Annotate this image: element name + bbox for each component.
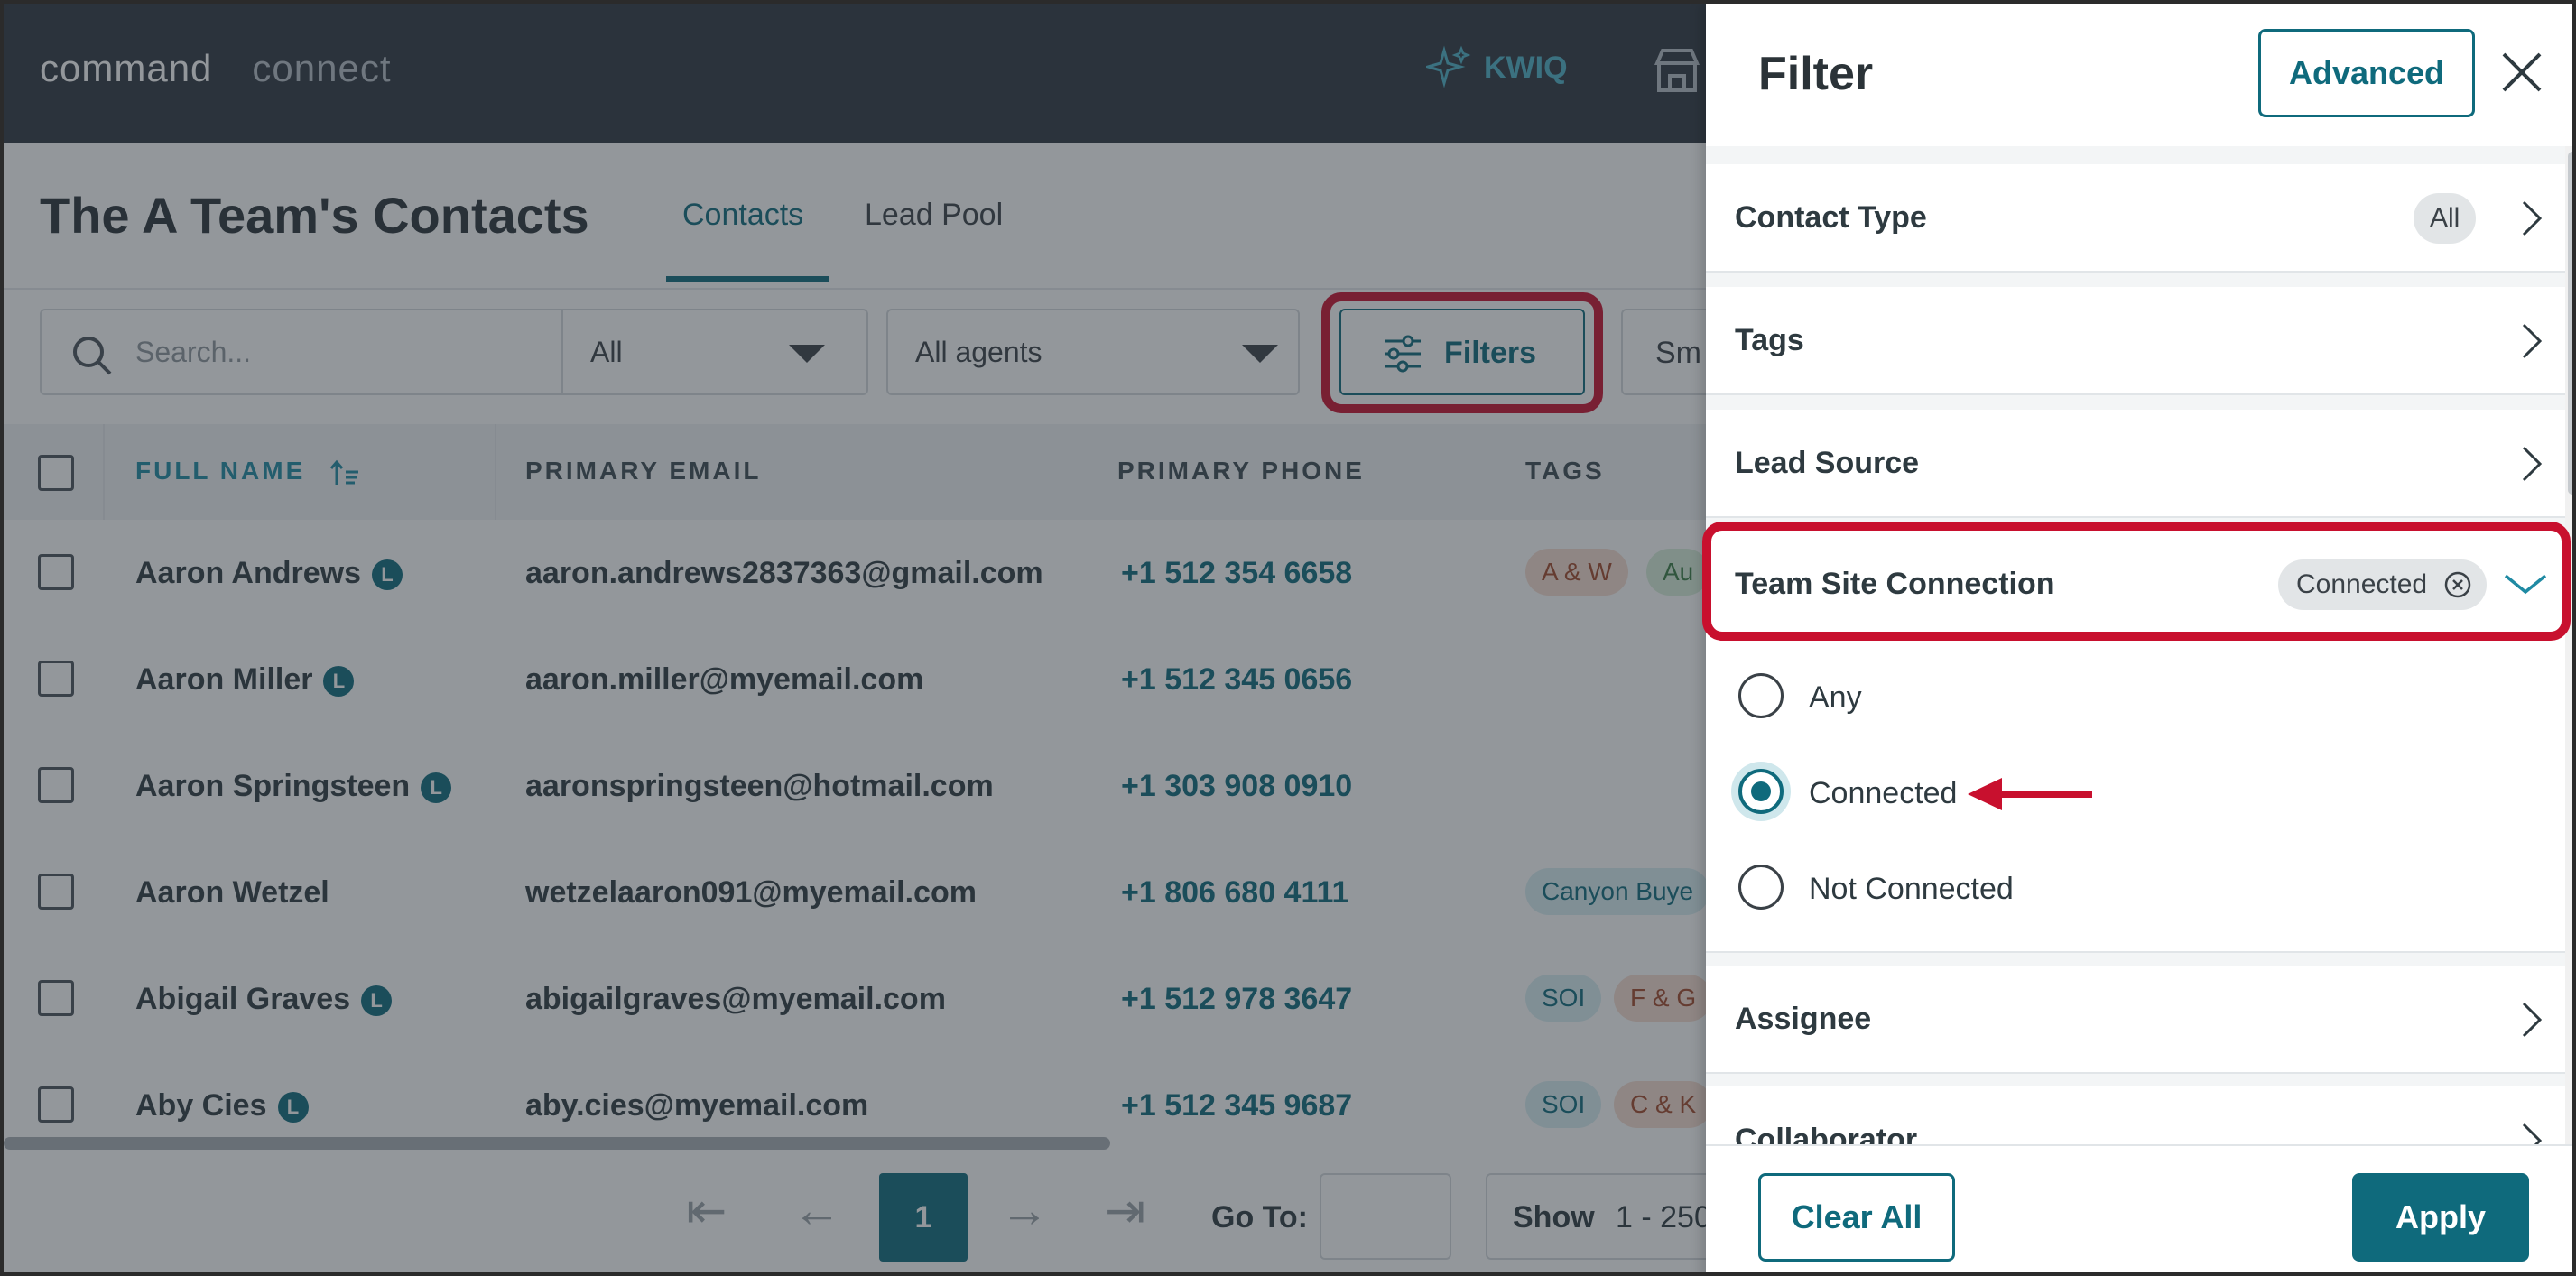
clear-all-button[interactable]: Clear All [1758,1173,1955,1262]
radio-any[interactable] [1738,673,1784,718]
connection-options: Any Connected Not Connected [1706,637,2565,953]
section-label: Tags [1735,323,1804,357]
radio-label[interactable]: Not Connected [1809,872,2014,907]
chevron-right-icon [2522,1123,2543,1144]
section-label: Assignee [1735,1002,1872,1036]
panel-footer: Clear All Apply [1706,1144,2572,1272]
radio-connected[interactable] [1738,769,1784,814]
filter-sections: Contact Type All Tags Lead Source Team S… [1706,146,2572,1144]
scrollbar-thumb[interactable] [2568,152,2572,495]
radio-label[interactable]: Any [1809,680,1862,716]
panel-title: Filter [1758,48,1874,100]
close-icon[interactable] [2495,45,2549,99]
filter-section-tags[interactable]: Tags [1706,287,2565,395]
advanced-button[interactable]: Advanced [2258,29,2475,117]
radio-label[interactable]: Connected [1809,776,1957,811]
chevron-right-icon [2522,1002,2543,1038]
radio-not-connected[interactable] [1738,865,1784,910]
filter-section-collaborator[interactable]: Collaborator [1706,1086,2565,1144]
modal-backdrop[interactable] [4,4,1706,1272]
arrow-left-icon [1968,778,2092,810]
app-window: commandconnect KWIQ The A Team's Contact… [0,0,2576,1276]
selected-value-pill: All [2414,193,2477,244]
team-site-highlight-annotation [1702,522,2571,641]
chevron-right-icon [2522,446,2543,482]
section-label: Collaborator [1735,1123,1918,1144]
chevron-right-icon [2522,323,2543,359]
vertical-scrollbar[interactable] [2565,146,2572,1144]
apply-button[interactable]: Apply [2352,1173,2529,1262]
filter-section-contact-type[interactable]: Contact Type All [1706,164,2565,273]
section-label: Contact Type [1735,200,1927,235]
filter-section-assignee[interactable]: Assignee [1706,966,2565,1074]
section-label: Lead Source [1735,446,1920,480]
chevron-right-icon [2522,200,2543,236]
filter-section-lead-source[interactable]: Lead Source [1706,410,2565,518]
